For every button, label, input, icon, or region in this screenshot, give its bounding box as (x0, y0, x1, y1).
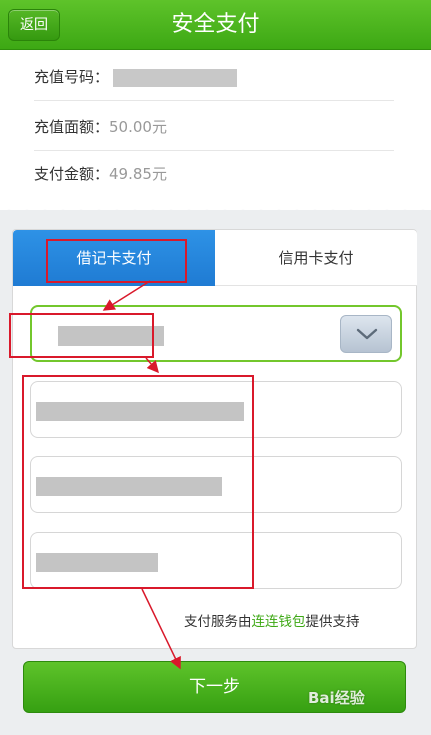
watermark: Bai经验 (308, 689, 365, 707)
annotation-arrows (102, 280, 181, 670)
arrow-select-to-fields (145, 357, 159, 374)
arrow-fields-to-next (141, 588, 181, 670)
arrow-tab-to-select (102, 280, 151, 311)
